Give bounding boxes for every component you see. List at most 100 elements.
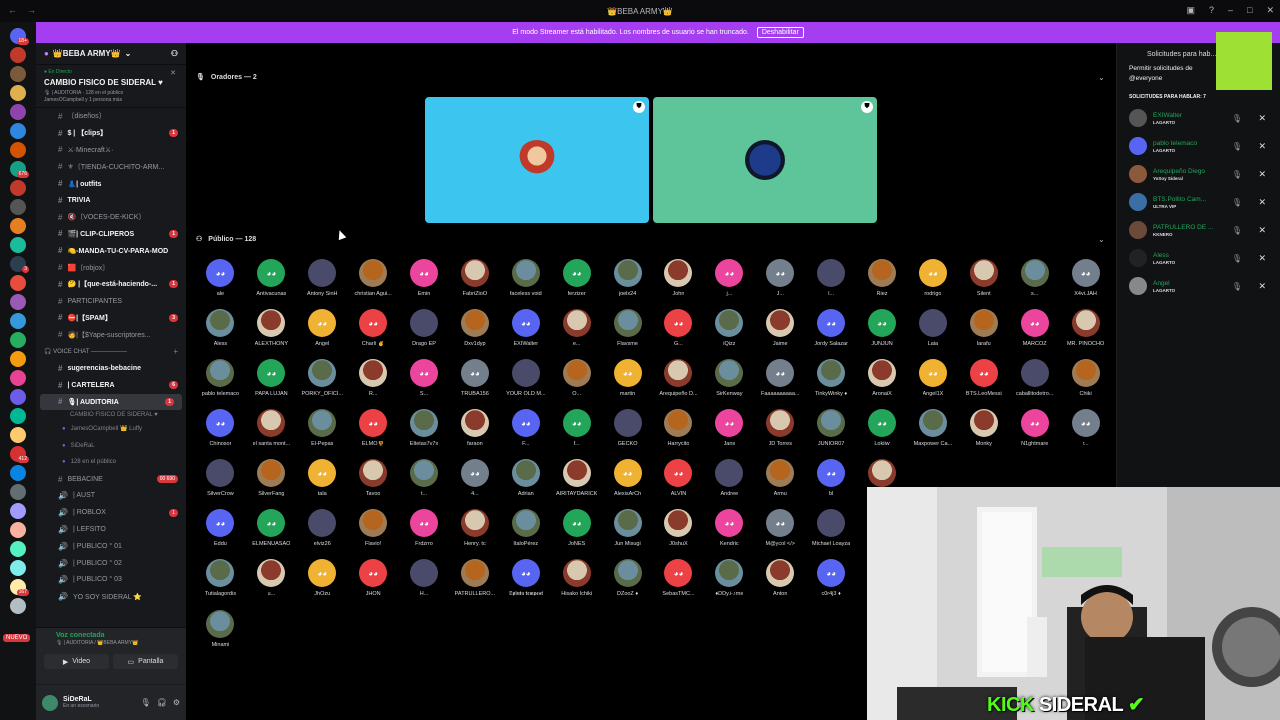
audience-member[interactable]: Aless	[195, 309, 246, 347]
server-icon[interactable]	[10, 465, 26, 481]
channel-item[interactable]: # 🟥〔robjox〕	[36, 259, 186, 276]
audience-member[interactable]: Flavio!	[348, 509, 399, 547]
audience-member[interactable]: elviz26	[297, 509, 348, 547]
channel-item[interactable]: # ⛔|【SPAM】 3	[36, 310, 186, 327]
audience-member[interactable]: El-Pepas	[297, 409, 348, 447]
audience-member[interactable]: ItaloPérez	[500, 509, 551, 547]
audience-member[interactable]: pablo telemaco	[195, 359, 246, 397]
audience-member[interactable]: Tutialagordis	[195, 559, 246, 598]
audience-member[interactable]: l...	[806, 259, 857, 297]
channel-item[interactable]: 🔊 | PUBLICO ° 01	[36, 538, 186, 555]
help-icon[interactable]: ?	[1209, 5, 1214, 16]
audience-member[interactable]: Maxpower Ca...	[907, 409, 958, 447]
audience-member[interactable]: ♦DDy.i-♪me	[704, 559, 755, 598]
dismiss-request-icon[interactable]: ✕	[1258, 141, 1266, 152]
audience-member[interactable]: ◕◕ martin	[602, 359, 653, 397]
audience-member[interactable]: ◕◕ Lokiiw	[857, 409, 908, 447]
audience-member[interactable]: ◕◕ Faaaaaaaaaa...	[755, 359, 806, 397]
audience-member[interactable]: ◕◕ r...	[1060, 409, 1111, 447]
dismiss-request-icon[interactable]: ✕	[1258, 281, 1266, 292]
microphone-icon[interactable]: 🎙︎	[141, 698, 151, 707]
server-icon[interactable]	[10, 427, 26, 443]
audience-member[interactable]: joelx24	[602, 259, 653, 297]
audience-member[interactable]: christian Agui...	[348, 259, 399, 297]
audience-member[interactable]: ◕◕ S...	[399, 359, 450, 397]
audience-member[interactable]: Drago EP	[399, 309, 450, 347]
audience-member[interactable]: MR. PINOCHO	[1060, 309, 1111, 347]
server-icon[interactable]	[10, 66, 26, 82]
channel-item[interactable]: # | CARTELERA 6	[36, 377, 186, 394]
invite-to-speak-icon[interactable]: 🎙︎	[1232, 142, 1242, 151]
server-icon[interactable]: 3	[10, 256, 29, 273]
avatar[interactable]	[1129, 137, 1147, 155]
channel-item[interactable]: # $ | 【clips】 1	[36, 125, 186, 142]
audience-member[interactable]: Armu	[755, 459, 806, 497]
audience-member[interactable]: ◕◕ ALVIN	[653, 459, 704, 497]
audience-member[interactable]: ◕◕ Chinosor	[195, 409, 246, 447]
add-member-icon[interactable]: ⚇	[171, 49, 178, 58]
audience-member[interactable]: Flavsme	[602, 309, 653, 347]
server-icon[interactable]	[10, 123, 26, 139]
audience-member[interactable]: Tavoo	[348, 459, 399, 497]
audience-member[interactable]: Riez	[857, 259, 908, 297]
minimize-icon[interactable]: –	[1228, 5, 1233, 16]
server-icon[interactable]	[10, 541, 26, 557]
audience-member[interactable]: ◕◕ Emin	[399, 259, 450, 297]
audience-member[interactable]: ◕◕ MARCOZ	[1009, 309, 1060, 347]
audience-member[interactable]: ◕◕ M@ycol </>	[755, 509, 806, 547]
audience-member[interactable]: ◕◕ F...	[500, 409, 551, 447]
audience-member[interactable]: Hisako Ichiki	[551, 559, 602, 598]
live-stage-card[interactable]: ● En Directo CAMBIO FISICO DE SIDERAL ♥ …	[36, 65, 186, 108]
maximize-icon[interactable]: □	[1247, 5, 1252, 16]
audience-member[interactable]: ◕◕ AlexisArCh	[602, 459, 653, 497]
audience-member[interactable]: ◕◕ Angel1X	[907, 359, 958, 397]
close-icon[interactable]: ✕	[1266, 5, 1274, 16]
audience-member[interactable]: Laia	[907, 309, 958, 347]
chevron-down-icon[interactable]: ⌄	[1098, 235, 1105, 244]
headphones-icon[interactable]: 🎧︎	[157, 698, 167, 707]
audience-member[interactable]: ◕◕ f...	[551, 409, 602, 447]
audience-member[interactable]: ◕◕ Kendric	[704, 509, 755, 547]
audience-member[interactable]: Silent	[958, 259, 1009, 297]
audience-member[interactable]: iQizz	[704, 309, 755, 347]
audience-member[interactable]: Eltetas7v7x	[399, 409, 450, 447]
audience-member[interactable]: Jaime	[755, 309, 806, 347]
audience-member[interactable]: ◕◕ tala	[297, 459, 348, 497]
audience-member[interactable]: Minami	[195, 610, 246, 648]
server-icon[interactable]: 676	[10, 161, 29, 178]
server-icon[interactable]	[10, 85, 26, 101]
audience-member[interactable]: ◕◕ Jans	[704, 409, 755, 447]
audience-member[interactable]: ◕◕ JUNJUN	[857, 309, 908, 347]
audience-member[interactable]: ◕◕ J...	[755, 259, 806, 297]
audience-member[interactable]: ◕◕ SebasTMC...	[653, 559, 704, 598]
server-icon[interactable]	[10, 484, 26, 500]
audience-member[interactable]: JD Torres	[755, 409, 806, 447]
audience-member[interactable]: ◕◕ JoNES	[551, 509, 602, 547]
audience-member[interactable]: faraon	[449, 409, 500, 447]
channel-item[interactable]: # 🔇〔VOCES-DE-KICK〕	[36, 209, 186, 226]
channel-item[interactable]: # 🤔 |【que-está-haciendo-... 1	[36, 276, 186, 293]
audience-member[interactable]: s...	[1009, 259, 1060, 297]
voice-member[interactable]: ● 128 en el público	[36, 454, 186, 471]
server-icon[interactable]	[10, 275, 26, 291]
server-icon[interactable]	[10, 598, 26, 614]
audience-member[interactable]: FabriZioO	[449, 259, 500, 297]
audience-member[interactable]: larafu	[958, 309, 1009, 347]
audience-member[interactable]: ◕◕ Antivacunas	[246, 259, 297, 297]
voice-member[interactable]: ● SiDeRaL	[36, 437, 186, 454]
dismiss-request-icon[interactable]: ✕	[1258, 253, 1266, 264]
audience-member[interactable]: R...	[348, 359, 399, 397]
audience-member[interactable]: Andree	[704, 459, 755, 497]
audience-member[interactable]: SilverFang	[246, 459, 297, 497]
server-icon[interactable]	[10, 199, 26, 215]
audience-member[interactable]: ◕◕ ferzizer	[551, 259, 602, 297]
disable-streamer-button[interactable]: Deshabilitar	[756, 27, 804, 38]
channel-item[interactable]: 🔊 | ROBLOX 1	[36, 504, 186, 521]
audience-member[interactable]: Arequipeño D...	[653, 359, 704, 397]
audience-member[interactable]: AronaiX	[857, 359, 908, 397]
audience-member[interactable]: ◕◕ Frdzrro	[399, 509, 450, 547]
close-icon[interactable]: ✕	[170, 69, 176, 77]
channel-item[interactable]: # 👗| outfits	[36, 175, 186, 192]
dismiss-request-icon[interactable]: ✕	[1258, 225, 1266, 236]
audience-member[interactable]: ◕◕ Jordy Salazar	[806, 309, 857, 347]
